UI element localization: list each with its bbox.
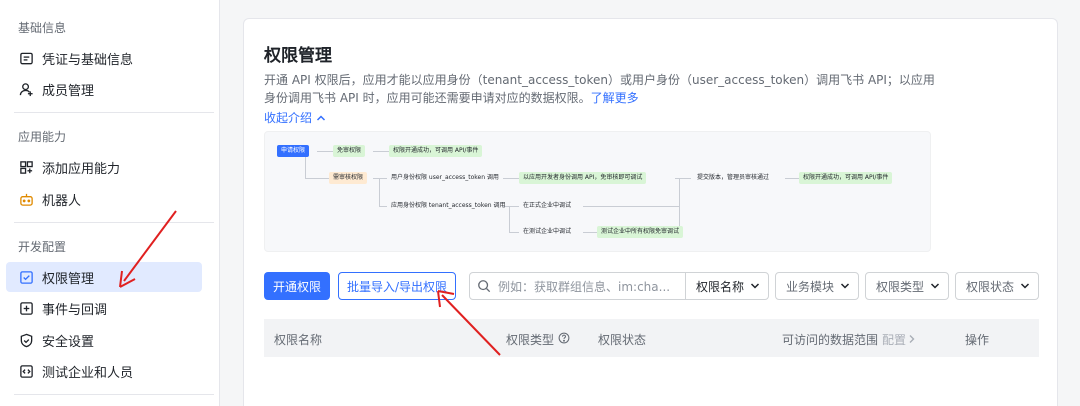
search-box: 例如：获取群组信息、im:cha... 权限名称: [469, 272, 769, 300]
sidebar: 基础信息 凭证与基础信息 成员管理 应用能力 添加应用能力 机器人 开发配置 权…: [0, 0, 220, 406]
column-label: 可访问的数据范围: [782, 333, 879, 347]
permission-flow-diagram: 申请权限 免审权限 权限开通成功，可调用 API/事件 需审核权限 用户身份权限…: [264, 131, 931, 252]
learn-more-link[interactable]: 了解更多: [591, 91, 639, 105]
flow-connector: [305, 178, 329, 179]
shield-icon: [18, 332, 34, 348]
column-actions: 操作: [965, 333, 990, 347]
app-grid-icon: [18, 159, 34, 175]
flow-step-app-identity: 应用身份权限 tenant_access_token 调用: [391, 202, 506, 209]
flow-step-submit: 提交版本，管理员审核通过: [697, 174, 770, 181]
open-permission-button[interactable]: 开通权限: [264, 272, 330, 300]
flow-connector: [503, 178, 519, 179]
sidebar-item-events[interactable]: 事件与回调: [6, 293, 202, 323]
sidebar-item-label: 权限管理: [42, 271, 95, 287]
code-icon: [18, 363, 34, 379]
batch-import-export-button[interactable]: 批量导入/导出权限: [338, 272, 456, 300]
event-icon: [18, 300, 34, 316]
sidebar-item-label: 成员管理: [42, 83, 95, 99]
flow-connector: [679, 178, 680, 232]
filter-label: 权限类型: [876, 279, 925, 294]
chevron-down-icon: [930, 279, 940, 293]
filter-permission-type[interactable]: 权限类型: [865, 272, 949, 300]
configure-link[interactable]: 配置: [882, 331, 906, 348]
flow-step-review: 需审核权限: [329, 172, 368, 184]
flow-connector: [583, 232, 597, 233]
search-field-select[interactable]: 权限名称: [686, 278, 768, 295]
flow-connector: [379, 178, 380, 206]
column-label: 权限类型: [506, 333, 555, 347]
flow-connector: [583, 206, 679, 207]
sidebar-item-label: 测试企业和人员: [42, 365, 134, 381]
section-title-basic: 基础信息: [18, 21, 67, 35]
flow-step-success: 权限开通成功，可调用 API/事件: [799, 172, 893, 184]
column-permission-type: 权限类型: [506, 331, 570, 348]
sidebar-item-robot[interactable]: 机器人: [6, 184, 202, 214]
flow-step-user-identity: 用户身份权限 user_access_token 调用: [391, 174, 499, 181]
flow-step-free: 免审权限: [333, 145, 366, 157]
section-title-capability: 应用能力: [18, 130, 67, 144]
help-icon[interactable]: [558, 332, 570, 347]
column-permission-name: 权限名称: [274, 333, 323, 347]
flow-step-free-result: 权限开通成功，可调用 API/事件: [389, 145, 483, 157]
flow-step-dev-debug: 以应用开发者身份调用 API，免审核即可调试: [519, 172, 647, 184]
page-title: 权限管理: [264, 46, 332, 66]
collapse-intro-button[interactable]: 收起介绍: [264, 109, 326, 126]
search-field-label: 权限名称: [696, 279, 745, 294]
divider: [14, 112, 214, 113]
filter-label: 业务模块: [786, 279, 835, 294]
robot-icon: [18, 191, 34, 207]
search-input[interactable]: 例如：获取群组信息、im:cha...: [498, 278, 685, 295]
member-icon: [18, 81, 34, 97]
chevron-down-icon: [1020, 279, 1030, 293]
sidebar-item-permissions[interactable]: 权限管理: [6, 262, 202, 292]
permission-icon: [18, 269, 34, 285]
flow-step-test-result: 测试企业中所有权限免审调试: [597, 226, 684, 238]
sidebar-item-label: 机器人: [42, 193, 82, 209]
flow-connector: [373, 178, 387, 179]
flow-connector: [305, 157, 306, 178]
divider: [14, 222, 214, 223]
column-data-scope: 可访问的数据范围 配置: [782, 331, 916, 348]
collapse-label: 收起介绍: [264, 111, 313, 125]
section-title-dev: 开发配置: [18, 240, 67, 254]
filter-business-module[interactable]: 业务模块: [775, 272, 859, 300]
chevron-down-icon: [840, 279, 850, 293]
sidebar-item-security[interactable]: 安全设置: [6, 325, 202, 355]
sidebar-item-add-capability[interactable]: 添加应用能力: [6, 152, 202, 182]
sidebar-item-members[interactable]: 成员管理: [6, 74, 202, 104]
flow-step-test-debug: 在测试企业中调试: [523, 228, 572, 235]
sidebar-item-test-enterprise[interactable]: 测试企业和人员: [6, 356, 202, 386]
main-panel: 权限管理 开通 API 权限后，应用才能以应用身份（tenant_access_…: [243, 18, 1058, 406]
column-permission-status: 权限状态: [598, 333, 647, 347]
search-icon: [470, 279, 498, 293]
divider: [14, 394, 214, 395]
flow-connector: [675, 178, 691, 179]
sidebar-item-credentials[interactable]: 凭证与基础信息: [6, 43, 202, 73]
sidebar-item-label: 凭证与基础信息: [42, 52, 134, 68]
flow-connector: [509, 232, 519, 233]
sidebar-item-label: 事件与回调: [42, 302, 108, 318]
credential-icon: [18, 50, 34, 66]
table-header: 权限名称 权限类型 权限状态 可访问的数据范围 配置 操作: [264, 319, 1039, 357]
chevron-up-icon: [316, 111, 326, 125]
filter-label: 权限状态: [966, 279, 1015, 294]
page-description: 开通 API 权限后，应用才能以应用身份（tenant_access_token…: [264, 71, 944, 107]
flow-step-formal-debug: 在正式企业中调试: [523, 202, 572, 209]
flow-step-apply: 申请权限: [277, 145, 310, 157]
sidebar-item-label: 安全设置: [42, 334, 95, 350]
chevron-right-icon: [908, 333, 916, 347]
filter-permission-status[interactable]: 权限状态: [955, 272, 1039, 300]
flow-connector: [379, 206, 387, 207]
sidebar-item-label: 添加应用能力: [42, 161, 121, 177]
chevron-down-icon: [750, 279, 760, 293]
